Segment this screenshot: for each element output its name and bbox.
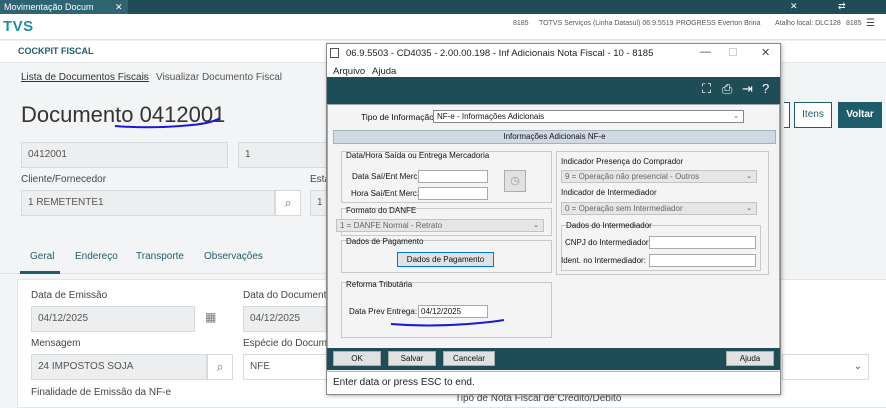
save-button[interactable]: Salvar [388, 351, 436, 366]
pagamento-group-title: Dados de Pagamento [346, 237, 424, 246]
print-icon[interactable]: ⎙ [722, 81, 732, 97]
tab-endereco[interactable]: Endereço [75, 251, 118, 262]
dados-pagamento-button[interactable]: Dados de Pagamento [397, 252, 494, 267]
partial-button[interactable] [784, 102, 790, 128]
document-number-field[interactable]: 0412001 [21, 142, 228, 168]
cnpj-input[interactable] [649, 236, 756, 249]
dialog-title: 06.9.5503 - CD4035 - 2.00.00.198 - Inf A… [346, 48, 654, 59]
maximize-icon[interactable]: ☐ [728, 46, 738, 59]
active-tab-indicator [20, 271, 60, 274]
ink-underline-annotation [114, 117, 221, 129]
dados-inter-title: Dados do Intermediador [566, 221, 652, 230]
hora-saida-label: Hora Saí/Ent Merc: [351, 189, 420, 198]
app-icon [330, 48, 339, 58]
tipo-info-value: NF-e - Informações Adicionais [437, 112, 545, 121]
presenca-label: Indicador Presença do Comprador [561, 157, 684, 166]
totvs-logo: TVS [3, 18, 34, 35]
switch-icon[interactable]: ⇄ [838, 1, 846, 12]
ink-underline-annotation-2 [390, 319, 505, 327]
close-icon[interactable]: ✕ [790, 1, 798, 12]
emission-date-label: Data de Emissão [31, 290, 108, 301]
ident-label: Ident. no Intermediador: [561, 256, 646, 265]
status-text: Enter data or press ESC to end. [333, 377, 475, 388]
message-field[interactable]: 24 IMPOSTOS SOJA [31, 354, 207, 380]
danfe-select[interactable]: 1 = DANFE Normal - Retrato ⌄ [336, 219, 544, 232]
module-title[interactable]: COCKPIT FISCAL [18, 46, 94, 56]
clock-button[interactable]: ◷ [504, 170, 526, 192]
header-info-product: TOTVS Serviços (Linha Datasul) 06.9.5519 [539, 20, 674, 27]
species-field[interactable]: NFE [243, 354, 327, 380]
tree-icon[interactable]: ⛶ [702, 81, 711, 97]
document-date-field[interactable]: 04/12/2025 [243, 306, 327, 332]
menu-ajuda[interactable]: Ajuda [372, 66, 396, 77]
client-label: Cliente/Fornecedor [21, 174, 107, 185]
emission-date-field[interactable]: 04/12/2025 [31, 306, 195, 332]
danfe-value: 1 = DANFE Normal - Retrato [340, 221, 443, 230]
document-date-label: Data do Documento [243, 290, 332, 301]
search-icon: ⌕ [284, 195, 292, 210]
chevron-down-icon: ⌄ [746, 205, 752, 212]
close-window-icon[interactable]: ✕ [761, 46, 770, 59]
breadcrumb-link[interactable]: Lista de Documentos Fiscais [21, 72, 149, 83]
presenca-value: 9 = Operação não presencial - Outros [565, 172, 700, 181]
chevron-down-icon: ⌄ [853, 361, 862, 372]
right-select-field[interactable]: ⌄ [782, 354, 869, 380]
purpose-label: Finalidade de Emissão da NF-e [31, 387, 172, 398]
back-button[interactable]: Voltar [838, 102, 882, 128]
message-search-button[interactable]: ⌕ [207, 354, 233, 380]
close-tab-icon[interactable]: ✕ [115, 0, 123, 14]
client-field[interactable]: 1 REMETENTE1 [21, 190, 275, 216]
ident-input[interactable] [649, 254, 756, 267]
header-info-branch: 8185 [846, 20, 862, 27]
calendar-icon[interactable]: ▦ [205, 310, 216, 324]
client-search-button[interactable]: ⌕ [275, 190, 301, 216]
browser-tab[interactable]: Movimentação Docum [0, 0, 128, 14]
header-info-shortcut: Atalho local: DLC128 [775, 20, 841, 27]
section-header: Informações Adicionais NF-e [333, 130, 776, 144]
header-info-company: 8185 [513, 20, 529, 27]
menu-icon[interactable]: ☰ [866, 18, 875, 29]
menu-arquivo[interactable]: Arquivo [333, 66, 365, 77]
chevron-down-icon: ⌄ [533, 222, 539, 229]
hora-saida-input[interactable] [418, 187, 488, 200]
chevron-down-icon: ⌄ [733, 113, 739, 120]
saida-group-title: Data/Hora Saída ou Entrega Mercadoria [346, 151, 490, 160]
intermediador-label: Indicador de Intermediador [561, 188, 657, 197]
items-button[interactable]: Itens [794, 102, 832, 128]
minimize-icon[interactable]: — [700, 46, 711, 58]
danfe-group-title: Formato do DANFE [346, 206, 417, 215]
help-icon[interactable]: ? [762, 81, 769, 96]
message-label: Mensagem [31, 338, 81, 349]
species-label: Espécie do Documen [243, 338, 339, 349]
tipo-info-label: Tipo de Informação: [361, 112, 437, 122]
presenca-select[interactable]: 9 = Operação não presencial - Outros ⌄ [561, 170, 757, 183]
chevron-down-icon: ⌄ [746, 173, 752, 180]
intermediador-select[interactable]: 0 = Operação sem Intermediador ⌄ [561, 202, 757, 215]
reforma-group-title: Reforma Tributária [346, 280, 413, 289]
breadcrumb-separator: › [143, 71, 147, 82]
cancel-button[interactable]: Cancelar [443, 351, 495, 366]
help-button[interactable]: Ajuda [726, 351, 774, 366]
intermediador-value: 0 = Operação sem Intermediador [565, 204, 683, 213]
tab-observacoes[interactable]: Observações [204, 251, 263, 262]
clock-icon: ◷ [510, 175, 520, 187]
tab-geral[interactable]: Geral [30, 251, 54, 262]
top-tab-bar [0, 0, 886, 14]
series-field[interactable]: 1 [238, 142, 328, 168]
tipo-info-select[interactable]: NF-e - Informações Adicionais ⌄ [433, 110, 744, 123]
cnpj-label: CNPJ do Intermediador: [565, 238, 651, 247]
search-icon: ⌕ [216, 359, 224, 374]
exit-icon[interactable]: ⇥ [742, 81, 753, 97]
breadcrumb-current: Visualizar Documento Fiscal [156, 72, 282, 83]
tab-transporte[interactable]: Transporte [136, 251, 184, 262]
app-header [0, 14, 886, 40]
dialog-toolbar [327, 77, 780, 104]
header-info-user[interactable]: Everton Brina [718, 20, 760, 27]
header-info-progress: PROGRESS [676, 20, 716, 27]
data-saida-input[interactable] [418, 170, 488, 183]
data-saida-label: Data Saí/Ent Merc: [352, 172, 420, 181]
ok-button[interactable]: OK [333, 351, 381, 366]
